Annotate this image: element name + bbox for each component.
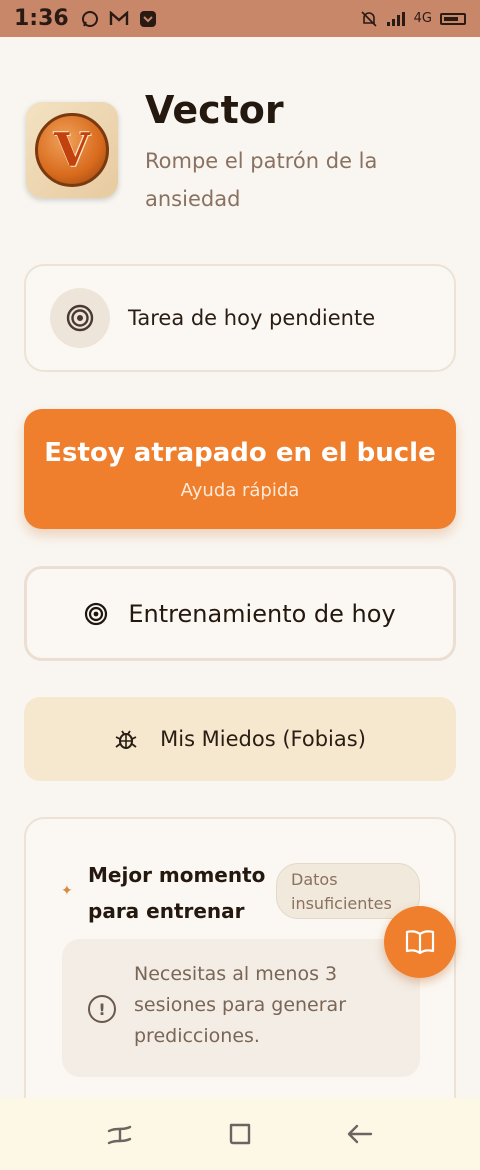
app-title: Vector [145,88,284,132]
info-box: ! Necesitas al menos 3 sesiones para gen… [62,939,420,1077]
home-icon [229,1123,251,1145]
gmail-icon [109,10,128,25]
logo-letter: V [54,123,90,177]
pocket-icon [139,10,156,27]
journal-fab[interactable] [384,906,456,978]
best-moment-title: Mejor momento para entrenar [88,863,266,923]
task-card[interactable]: Tarea de hoy pendiente [24,264,456,372]
mute-icon [361,10,377,27]
battery-icon [440,12,466,25]
system-icons: 4G [360,10,466,28]
back-button[interactable] [340,1114,380,1154]
book-icon [405,930,435,955]
notification-icons [81,10,157,28]
fears-button[interactable]: Mis Miedos (Fobias) [24,697,456,781]
best-moment-card: ✦ Mejor momento para entrenar Datos insu… [24,817,456,1117]
app-subtitle: Rompe el patrón de la ansiedad [145,149,378,211]
signal-icon [386,11,405,26]
info-text: Necesitas al menos 3 sesiones para gener… [134,963,347,1047]
status-bar: 1:36 4G [0,0,480,37]
target-icon [66,304,94,332]
app-header: V Vector Rompe el patrón de la ansiedad [26,88,456,218]
app-logo: V [26,102,118,198]
fears-label: Mis Miedos (Fobias) [160,727,366,751]
home-button[interactable] [220,1114,260,1154]
info-icon: ! [88,995,116,1023]
system-nav-bar [0,1098,480,1170]
recents-icon [107,1125,132,1145]
task-label: Tarea de hoy pendiente [128,306,376,330]
task-icon-badge [50,288,110,348]
training-label: Entrenamiento de hoy [128,599,396,628]
recents-button[interactable] [100,1114,140,1154]
stuck-loop-title: Estoy atrapado en el bucle [44,437,436,468]
stuck-loop-button[interactable]: Estoy atrapado en el bucle Ayuda rápida [24,409,456,529]
insufficient-data-badge: Datos insuficientes [276,863,420,919]
back-icon [347,1124,373,1144]
network-label: 4G [413,11,432,26]
sparkle-icon: ✦ [61,883,73,899]
training-button[interactable]: Entrenamiento de hoy [24,566,456,661]
whatsapp-icon [81,10,98,27]
logo-emblem: V [35,113,109,187]
target-icon [85,602,108,625]
status-time: 1:36 [14,6,69,31]
stuck-loop-subtitle: Ayuda rápida [180,479,300,501]
bug-icon [115,730,137,749]
